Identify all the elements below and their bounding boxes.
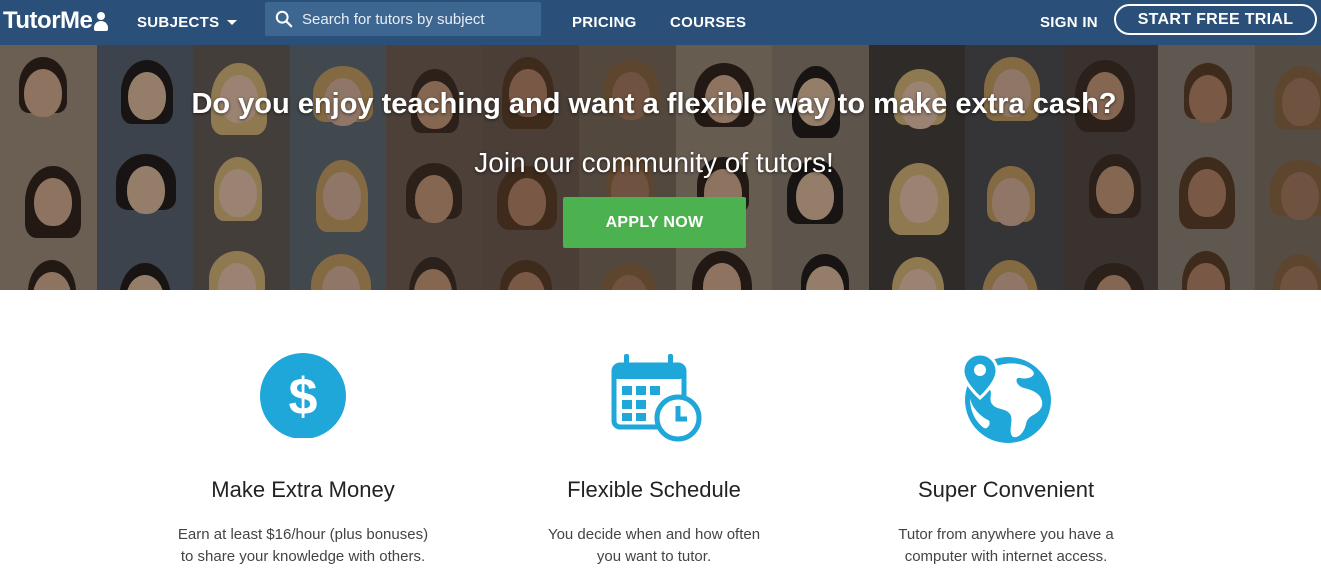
apply-now-button[interactable]: APPLY NOW [563,197,746,248]
globe-pin-icon [961,352,1051,443]
feature-description: You decide when and how often you want to… [547,526,761,565]
logo-person-icon [94,10,109,32]
feature-title: Flexible Schedule [567,477,741,502]
tutorme-logo[interactable]: TutorMe [3,6,109,36]
search-bar[interactable] [265,2,541,36]
search-input[interactable] [302,10,532,28]
feature-title: Make Extra Money [211,477,395,502]
courses-link[interactable]: COURSES [670,0,746,45]
feature-description: Tutor from anywhere you have a computer w… [898,526,1114,565]
feature-title: Super Convenient [917,477,1095,502]
svg-text:$: $ [289,368,318,426]
feature-schedule: Flexible Schedule You decide when and ho… [454,350,854,565]
chevron-down-icon[interactable] [227,20,238,25]
logo-text[interactable]: TutorMe [3,7,93,35]
calendar-clock-icon [611,354,702,442]
hero-title: Do you enjoy teaching and want a flexibl… [191,88,1117,120]
hero-subtitle: Join our community of tutors! [474,147,834,178]
pricing-link[interactable]: PRICING [572,0,637,45]
subjects-label[interactable]: SUBJECTS [137,14,219,31]
search-icon[interactable] [275,10,293,28]
top-navbar: TutorMe SUBJECTS PRICING COURSES SIGN IN… [0,0,1321,45]
feature-description: Earn at least $16/hour (plus bonuses) to … [177,526,429,565]
hero-banner: Do you enjoy teaching and want a flexibl… [0,45,1321,290]
feature-money: $ Make Extra Money Earn at least $16/hou… [103,350,503,565]
subjects-dropdown[interactable]: SUBJECTS [137,0,238,45]
feature-convenient: Super Convenient Tutor from anywhere you… [806,350,1206,565]
start-free-trial-button[interactable]: START FREE TRIAL [1114,4,1317,35]
sign-in-link[interactable]: SIGN IN [1040,0,1098,45]
dollar-icon: $ [260,353,346,438]
